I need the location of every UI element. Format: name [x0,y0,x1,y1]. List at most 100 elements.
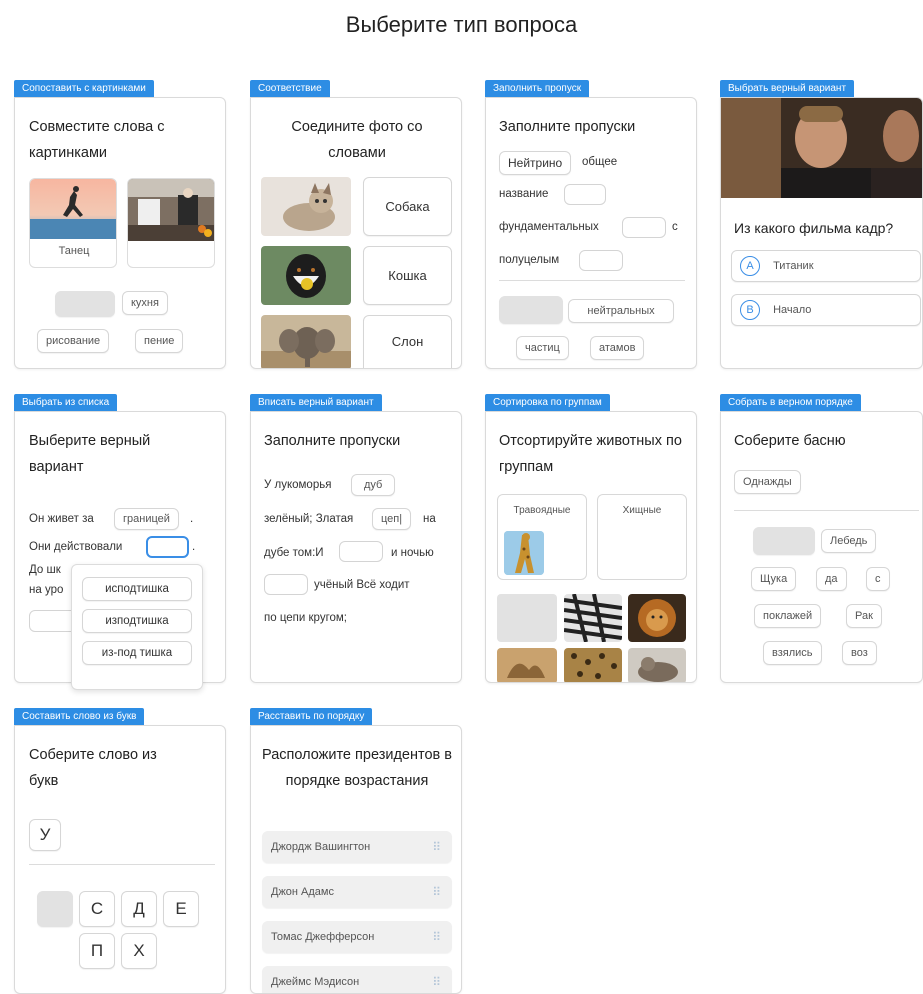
sentence-text: на [423,513,436,525]
answer-option-b[interactable]: B Начало [731,294,921,326]
card-tag: Сортировка по группам [485,394,610,411]
card-tag: Выбрать верный вариант [720,80,855,97]
card-tag: Соответствие [250,80,330,97]
empty-slot[interactable] [55,291,115,317]
word-chip[interactable]: Щука [751,567,797,591]
giraffe-tile[interactable] [504,531,544,575]
zebra-tile[interactable] [564,594,622,642]
gap-text: с [672,221,678,233]
dropdown-option[interactable]: из-под тишка [82,641,192,665]
word-chip[interactable]: воз [842,641,877,665]
letter-tile[interactable]: С [79,891,115,927]
group-label: Травоядные [513,505,571,516]
dance-photo[interactable]: Танец [29,178,117,268]
drag-handle-icon[interactable]: ⠿ [432,832,441,862]
word-chip[interactable]: с [866,567,890,591]
word-chip[interactable]: нейтральных [568,299,674,323]
word-chip[interactable]: да [816,567,847,591]
word-chip[interactable]: Рак [846,604,882,628]
seal-tile[interactable] [628,648,686,682]
empty-slot[interactable] [37,891,73,927]
dog-photo[interactable] [261,246,351,305]
sentence-text: Он живет за [29,513,94,525]
cat-photo[interactable] [261,177,351,236]
filled-input[interactable]: дуб [351,474,396,496]
drag-handle-icon[interactable]: ⠿ [432,922,441,952]
option-letter-b-icon: B [740,300,760,320]
word-chip[interactable]: кухня [122,291,168,315]
group-label: Хищные [622,505,662,516]
dropdown-option[interactable]: исподтишка [82,577,192,601]
leopard-tile[interactable] [564,648,622,682]
letter-tile[interactable]: П [79,933,115,969]
sentence-end: . [190,513,194,525]
letter-tile[interactable]: Д [121,891,157,927]
word-box[interactable]: Собака [363,177,452,236]
card-question: Отсортируйте животных по группам [499,433,682,475]
sentence-end: . [192,541,196,553]
card-question: Совместите слова с картинками [29,119,165,161]
word-chip[interactable]: поклажей [754,604,822,628]
word-box[interactable]: Слон [363,315,452,368]
filled-input[interactable]: цеп| [372,508,412,530]
text-input[interactable] [264,574,308,595]
divider [734,510,919,511]
drag-handle-icon[interactable]: ⠿ [432,967,441,993]
empty-slot[interactable] [497,594,557,642]
card-question: Соберите слово из букв [29,747,157,789]
gap-text: полуцелым [499,254,560,266]
group-herbivores[interactable]: Травоядные [497,494,587,580]
card-tag: Заполнить пропуск [485,80,590,97]
card-question: Из какого фильма кадр? [734,220,894,236]
card-question: Заполните пропуски [499,119,636,135]
camel-tile[interactable] [497,648,557,682]
filled-blank[interactable]: Нейтрино [499,151,572,175]
movie-frame [721,98,922,198]
kitchen-image [128,179,214,241]
word-chip[interactable]: Лебедь [821,529,877,553]
divider [29,864,215,865]
order-item[interactable]: Джон Адамс ⠿ [262,876,452,908]
dropdown-option[interactable]: изподтишка [82,609,192,633]
placed-letter[interactable]: У [29,819,61,851]
sentence-text: дубе том:И [264,547,324,559]
sentence-text: и ночью [391,547,434,559]
kitchen-photo[interactable] [127,178,215,268]
word-chip[interactable]: взялись [763,641,822,665]
lion-tile[interactable] [628,594,686,642]
elephant-photo[interactable] [261,315,351,368]
select-dropdown[interactable] [146,536,189,558]
dance-image [30,179,116,239]
answer-option-a[interactable]: A Титаник [731,250,921,282]
drag-handle-icon[interactable]: ⠿ [432,877,441,907]
word-chip[interactable]: рисование [37,329,110,353]
card-tag: Собрать в верном порядке [720,394,861,411]
order-item[interactable]: Томас Джефферсон ⠿ [262,921,452,953]
letter-tile[interactable]: Х [121,933,157,969]
sentence-text: на уро [29,584,64,596]
group-predators[interactable]: Хищные [597,494,687,580]
gap-input[interactable] [579,250,623,271]
gap-text: общее [582,156,618,168]
sentence-text: До шк [29,564,61,576]
word-chip[interactable]: частиц [516,336,569,360]
empty-slot[interactable] [753,527,815,555]
word-chip[interactable]: пение [135,329,184,353]
gap-input[interactable] [622,217,666,238]
divider [499,280,685,281]
order-item[interactable]: Джеймс Мэдисон ⠿ [262,966,452,993]
card-question: Соедините фото со словами [291,119,423,161]
word-box[interactable]: Кошка [363,246,452,305]
selected-option[interactable]: границей [114,508,179,530]
empty-slot[interactable] [499,296,563,324]
order-item[interactable]: Джордж Вашингтон ⠿ [262,831,452,863]
gap-input[interactable] [564,184,606,205]
dropdown-menu: исподтишка изподтишка из-под тишка [71,564,203,690]
letter-tile[interactable]: Е [163,891,199,927]
gap-text: название [499,188,549,200]
text-input[interactable] [339,541,383,562]
order-item-label: Джордж Вашингтон [271,841,371,853]
card-question: Соберите басню [734,433,846,449]
placed-word[interactable]: Однажды [734,470,801,494]
word-chip[interactable]: атамов [590,336,645,360]
